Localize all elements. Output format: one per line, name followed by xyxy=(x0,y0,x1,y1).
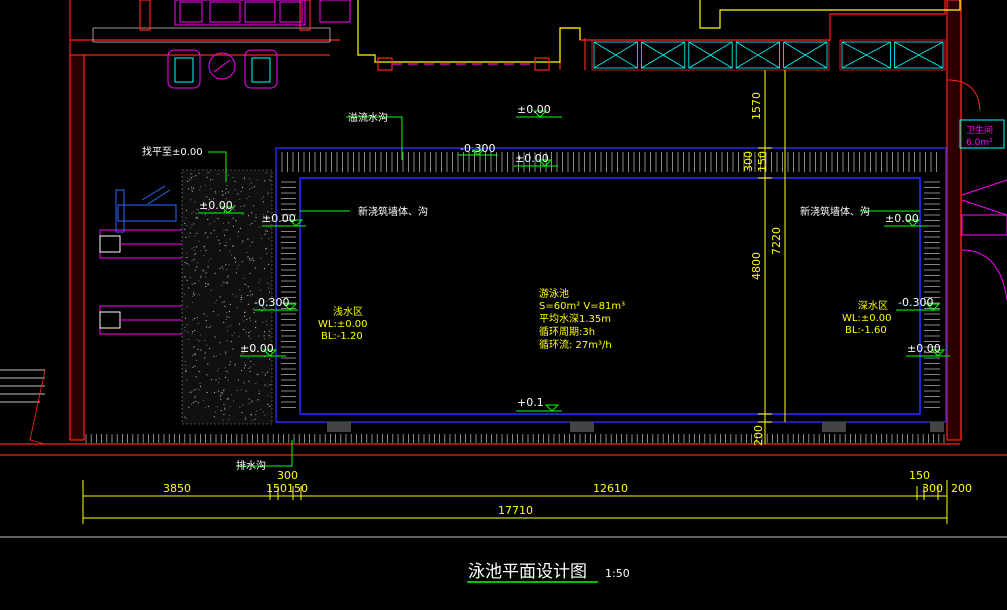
dim-h-200r: 200 xyxy=(951,482,972,495)
dim-v-150: 150 xyxy=(756,151,769,172)
restroom-name: 卫生间 xyxy=(966,124,993,136)
deep-zone-text: 深水区 WL:±0.00 BL:-1.60 xyxy=(842,300,891,336)
shallow-zone-title: 浅水区 xyxy=(333,305,363,318)
label-level-to: 找平至±0.00 xyxy=(142,145,203,158)
top-corridor xyxy=(357,0,581,71)
dim-h-3850: 3850 xyxy=(163,482,191,495)
pool-plan-drawing: 溢流水沟 找平至±0.00 新浇筑墙体、沟 新浇筑墙体、沟 排水沟 ±0.00 … xyxy=(0,0,1007,583)
level-gutter: -0.300 xyxy=(460,142,495,155)
label-pool-wall-left: 新浇筑墙体、沟 xyxy=(358,205,428,218)
cabinet-row xyxy=(591,39,946,71)
level-values: ±0.00 -0.300 ±0.00 ±0.00 ±0.00 -0.300 ±0… xyxy=(199,103,941,409)
pool-avg-depth: 平均水深1.35m xyxy=(539,313,611,325)
restroom-area-value: 6.0m² xyxy=(966,138,993,148)
level-right-low: ±0.00 xyxy=(907,342,941,355)
level-right-rim: ±0.00 xyxy=(885,212,919,225)
level-left-step: -0.300 xyxy=(254,296,289,309)
dim-h-12610: 12610 xyxy=(593,482,628,495)
horizontal-dimension-texts: 3850 150 150 300 12610 150 300 200 17710 xyxy=(163,469,972,517)
level-right-step: -0.300 xyxy=(898,296,933,309)
shallow-zone-text: 浅水区 WL:±0.00 BL:-1.20 xyxy=(318,305,367,342)
deep-zone-bl: BL:-1.60 xyxy=(845,325,887,336)
level-left-low: ±0.00 xyxy=(240,342,274,355)
dim-v-4800: 4800 xyxy=(750,252,763,280)
dim-v-300: 300 xyxy=(742,151,755,172)
drawing-scale: 1:50 xyxy=(605,567,630,580)
dim-h-total: 17710 xyxy=(498,504,533,517)
shallow-zone-wl: WL:±0.00 xyxy=(318,319,367,330)
dim-h-300r: 300 xyxy=(922,482,943,495)
level-pool-rim: ±0.00 xyxy=(515,152,549,165)
label-drain-gutter: 排水沟 xyxy=(236,459,266,472)
pool-area-volume: S=60m² V=81m³ xyxy=(539,301,625,312)
level-left-deck: ±0.00 xyxy=(199,199,233,212)
pool-flow: 循环流: 27m³/h xyxy=(539,338,612,351)
drawing-title-text: 泳池平面设计图 xyxy=(468,562,587,582)
level-bottom: +0.1 xyxy=(517,396,544,409)
deep-zone-wl: WL:±0.00 xyxy=(842,313,891,324)
dim-h-150b: 150 xyxy=(287,482,308,495)
deep-zone-title: 深水区 xyxy=(858,300,888,312)
dim-h-150r: 150 xyxy=(909,469,930,482)
dim-v-7220: 7220 xyxy=(770,227,783,255)
dim-v-200: 200 xyxy=(752,425,765,446)
vertical-dimension-texts: 1570 300 150 7220 4800 200 xyxy=(742,92,783,446)
level-left-rim: ±0.00 xyxy=(262,212,296,225)
horizontal-dimension-lines xyxy=(82,480,948,524)
drawing-title: 泳池平面设计图 1:50 xyxy=(467,562,630,583)
drain-gutter xyxy=(85,434,945,443)
furniture-group xyxy=(167,0,351,89)
dim-v-1570: 1570 xyxy=(750,92,763,120)
restroom-label: 卫生间 6.0m² xyxy=(966,124,993,148)
label-overflow-gutter: 溢流水沟 xyxy=(348,111,388,124)
pool-info-text: 游泳池 S=60m² V=81m³ 平均水深1.35m 循环周期:3h 循环流:… xyxy=(539,287,625,351)
pool xyxy=(275,147,947,432)
dim-h-300: 300 xyxy=(277,469,298,482)
label-pool-wall-right: 新浇筑墙体、沟 xyxy=(800,205,870,218)
lounge-chairs xyxy=(99,185,189,335)
dim-h-150a: 150 xyxy=(266,482,287,495)
pool-name: 游泳池 xyxy=(539,287,569,300)
pool-cycle: 循环周期:3h xyxy=(539,325,595,338)
left-stair xyxy=(0,369,46,445)
level-top-deck: ±0.00 xyxy=(517,103,551,116)
shallow-zone-bl: BL:-1.20 xyxy=(321,331,363,342)
